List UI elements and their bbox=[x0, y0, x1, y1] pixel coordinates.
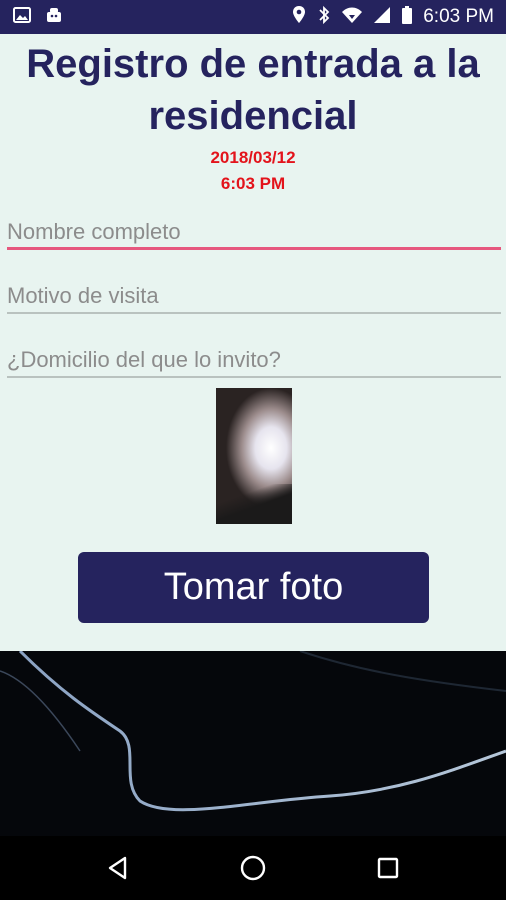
android-icon bbox=[44, 5, 64, 30]
home-button[interactable] bbox=[233, 848, 273, 888]
status-right: 6:03 PM bbox=[291, 5, 494, 30]
wifi-icon bbox=[341, 5, 363, 30]
navigation-bar bbox=[0, 836, 506, 900]
address-input[interactable] bbox=[7, 338, 501, 376]
page-title: Registro de entrada a la residencial bbox=[26, 42, 480, 138]
home-circle-icon bbox=[240, 855, 266, 881]
status-bar: 6:03 PM bbox=[0, 0, 506, 34]
status-time: 6:03 PM bbox=[423, 6, 494, 27]
name-field bbox=[7, 210, 501, 250]
image-icon bbox=[12, 5, 32, 30]
reason-field bbox=[7, 274, 501, 314]
camera-preview-image bbox=[0, 651, 506, 836]
name-input[interactable] bbox=[7, 210, 501, 247]
back-triangle-icon bbox=[108, 856, 126, 880]
battery-icon bbox=[401, 5, 413, 30]
recents-button[interactable] bbox=[368, 848, 408, 888]
take-photo-button[interactable]: Tomar foto bbox=[78, 552, 429, 623]
date-label: 2018/03/12 bbox=[210, 148, 296, 167]
bluetooth-icon bbox=[317, 5, 331, 30]
address-field bbox=[7, 338, 501, 378]
recents-square-icon bbox=[378, 857, 399, 879]
time-label: 6:03 PM bbox=[220, 174, 286, 193]
photo-thumbnail bbox=[216, 388, 292, 524]
status-left bbox=[12, 5, 64, 30]
back-button[interactable] bbox=[98, 848, 138, 888]
signal-icon bbox=[373, 6, 391, 29]
location-icon bbox=[291, 5, 307, 30]
main-content: Registro de entrada a la residencial 201… bbox=[0, 34, 506, 651]
camera-preview bbox=[0, 651, 506, 836]
reason-input[interactable] bbox=[7, 274, 501, 312]
